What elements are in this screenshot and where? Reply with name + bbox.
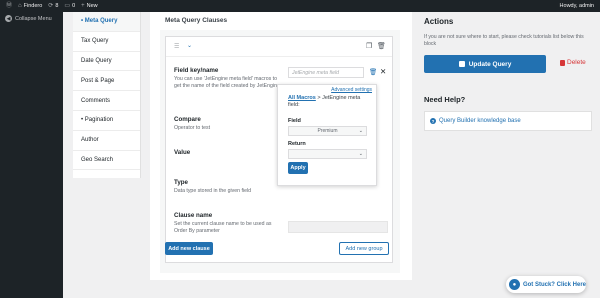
plus-icon: + (81, 3, 85, 9)
collapse-label: Collapse Menu (15, 15, 52, 22)
chevron-down-icon: ⌄ (358, 151, 363, 157)
clause-header[interactable]: ☰ ⌄ ❐ 🗑 (166, 37, 392, 57)
query-tabs: • Meta Query Tax Query Date Query Post &… (73, 12, 141, 178)
clause-name-input[interactable] (288, 221, 388, 233)
delete-label: Delete (567, 59, 586, 66)
type-row: Type Data type stored in the given field (174, 179, 282, 195)
admin-bar: Ⓦ ⌂ Findero ⟳ 8 ▭ 0 + New Howdy, admin (0, 0, 600, 12)
value-label: Value (174, 149, 191, 156)
tab-post-page[interactable]: Post & Page (73, 71, 140, 92)
drag-handle-icon[interactable]: ☰ (174, 43, 179, 50)
greeting: Howdy, admin (559, 3, 594, 9)
clause-name-label: Clause name (174, 212, 213, 219)
tab-comments[interactable]: Comments (73, 91, 140, 111)
new-label: New (86, 3, 98, 9)
close-icon[interactable]: ✕ (380, 67, 386, 76)
tab-tax-query[interactable]: Tax Query (73, 32, 140, 52)
updates-count: 8 (55, 3, 59, 9)
updates-link[interactable]: ⟳ 8 (48, 3, 58, 9)
field-select-value: Premium (317, 128, 338, 134)
comments-link[interactable]: ▭ 0 (64, 3, 75, 9)
new-content-link[interactable]: + New (81, 3, 98, 9)
field-key-desc: You can use 'JetEngine meta field' macro… (174, 76, 280, 89)
return-select[interactable]: ⌄ (288, 149, 367, 159)
compare-row: Compare Operator to test (174, 116, 282, 132)
wordpress-logo[interactable]: Ⓦ (6, 3, 12, 9)
admin-menu: ◀ Collapse Menu (0, 12, 63, 298)
tab-geo-search[interactable]: Geo Search (73, 151, 140, 171)
chat-icon: ● (509, 279, 520, 290)
chevron-down-icon[interactable]: ⌄ (187, 42, 192, 49)
clause-name-row: Clause name Set the current clause name … (174, 212, 282, 234)
comments-count: 0 (72, 3, 76, 9)
chevron-down-icon: ⌄ (358, 128, 363, 134)
apply-button[interactable]: Apply (288, 162, 308, 174)
type-label: Type (174, 179, 188, 186)
value-row: Value (174, 149, 282, 156)
site-name: Findero (23, 3, 43, 9)
refresh-icon: ⟳ (48, 3, 54, 9)
type-desc: Data type stored in the given field (174, 188, 251, 194)
account-menu[interactable]: Howdy, admin (560, 0, 594, 12)
all-macros-link[interactable]: All Macros (288, 95, 316, 101)
compare-label: Compare (174, 116, 201, 123)
advanced-settings-link[interactable]: Advanced settings (331, 87, 372, 93)
clause-name-desc: Set the current clause name to be used a… (174, 221, 272, 234)
delete-link[interactable]: Delete (560, 59, 586, 66)
collapse-menu-button[interactable]: ◀ Collapse Menu (0, 12, 63, 25)
field-key-trash-icon[interactable]: 🗑 (369, 68, 377, 76)
actions-desc: If you are not sure where to start, plea… (424, 34, 584, 47)
field-label: Field (288, 118, 301, 124)
tab-pagination[interactable]: • Pagination (73, 111, 140, 131)
site-name-link[interactable]: ⌂ Findero (18, 3, 42, 9)
field-key-row: Field key/name You can use 'JetEngine me… (174, 67, 282, 89)
macros-popover: Advanced settings All Macros > JetEngine… (277, 84, 377, 186)
tab-meta-query[interactable]: • Meta Query (73, 12, 140, 32)
tab-author[interactable]: Author (73, 131, 140, 151)
wordpress-icon: Ⓦ (6, 3, 13, 9)
stuck-label: Got Stuck? Click Here (522, 281, 586, 288)
add-new-group-button[interactable]: Add new group (339, 242, 389, 255)
knowledge-base-link[interactable]: ? Query Builder knowledge base (424, 111, 592, 131)
copy-icon[interactable]: ❐ (366, 42, 372, 50)
return-label: Return (288, 141, 306, 147)
save-icon (458, 61, 465, 67)
field-key-input[interactable]: JetEngine meta field (288, 67, 364, 78)
field-select[interactable]: Premium ⌄ (288, 126, 367, 136)
update-query-button[interactable]: Update Query (424, 55, 546, 73)
actions-title: Actions (424, 17, 454, 26)
compare-desc: Operator to test (174, 125, 211, 131)
macro-breadcrumb: All Macros > JetEngine meta field: (288, 95, 372, 109)
panel-title: Meta Query Clauses (165, 17, 228, 24)
trash-icon (560, 59, 565, 66)
kb-label: Query Builder knowledge base (439, 118, 521, 124)
collapse-arrow-icon: ◀ (5, 15, 12, 22)
got-stuck-button[interactable]: ● Got Stuck? Click Here (506, 276, 586, 293)
update-label: Update Query (468, 60, 512, 68)
trash-icon[interactable]: 🗑 (377, 42, 386, 50)
help-title: Need Help? (424, 95, 466, 104)
home-icon: ⌂ (18, 3, 22, 9)
add-new-clause-button[interactable]: Add new clause (165, 242, 213, 255)
field-key-label: Field key/name (174, 67, 219, 74)
comment-icon: ▭ (64, 3, 71, 9)
question-icon: ? (430, 118, 436, 124)
tab-date-query[interactable]: Date Query (73, 52, 140, 72)
